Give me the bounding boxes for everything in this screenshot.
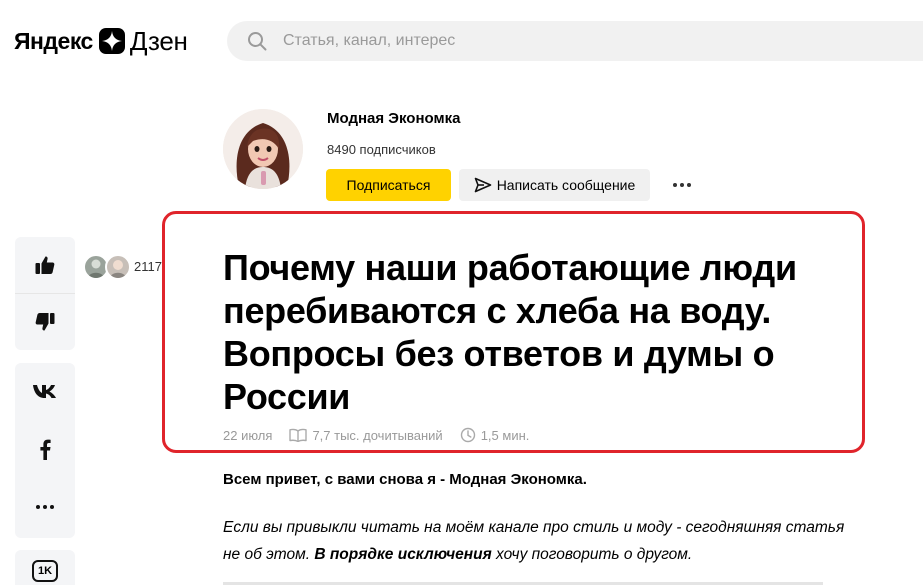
subscriber-count: 8490 подписчиков (327, 142, 436, 157)
reads-text: 7,7 тыс. дочитываний (312, 427, 443, 443)
search-bar[interactable] (227, 21, 923, 61)
reaction-panel (15, 237, 75, 350)
zen-logo-icon (98, 28, 125, 54)
article-title: Почему наши работающие люди перебиваются… (223, 247, 797, 417)
channel-avatar[interactable] (223, 109, 303, 189)
more-options-button[interactable] (665, 172, 699, 198)
clock-icon (460, 427, 475, 443)
send-icon (474, 177, 491, 193)
channel-name[interactable]: Модная Экономка (327, 110, 460, 127)
search-input[interactable] (283, 21, 883, 61)
vk-icon (33, 385, 56, 398)
paragraph-bold-text: В порядке исключения (314, 546, 492, 563)
liker-avatar (105, 254, 131, 280)
share-count-panel: 1K (15, 550, 75, 585)
more-dots-icon (673, 183, 691, 187)
share-panel (15, 363, 75, 538)
facebook-icon (40, 439, 51, 460)
share-vk-button[interactable] (15, 363, 75, 419)
book-icon (289, 428, 308, 442)
avatar-illustration (223, 109, 303, 189)
article-paragraph: Если вы привыкли читать на моём канале п… (223, 514, 863, 568)
likers-preview[interactable]: 2117 (83, 254, 173, 280)
likes-count: 2117 (134, 259, 162, 274)
like-button[interactable] (15, 237, 75, 293)
read-time-text: 1,5 мин. (480, 427, 530, 443)
article-lead: Всем привет, с вами снова я - Модная Эко… (223, 471, 587, 488)
search-icon (248, 32, 267, 51)
send-message-button[interactable]: Написать сообщение (459, 169, 650, 201)
share-more-button[interactable] (15, 479, 75, 535)
article-meta: 22 июля 7,7 тыс. дочитываний 1,5 мин. (223, 426, 546, 444)
read-time-stat: 1,5 мин. (460, 427, 530, 443)
yandex-zen-logo[interactable]: Яндекс Дзен (14, 25, 188, 57)
dislike-button[interactable] (15, 294, 75, 350)
thumbs-down-icon (35, 313, 55, 331)
more-dots-icon (36, 505, 54, 509)
logo-yandex-text: Яндекс (14, 27, 93, 54)
publish-date-text: 22 июля (223, 427, 273, 443)
subscribe-button[interactable]: Подписаться (326, 169, 451, 201)
share-facebook-button[interactable] (15, 421, 75, 477)
thumbs-up-icon (35, 256, 55, 274)
publish-date: 22 июля (223, 428, 272, 443)
send-message-label: Написать сообщение (496, 177, 636, 193)
logo-zen-text: Дзен (129, 25, 188, 56)
share-count-badge[interactable]: 1K (32, 560, 58, 582)
reads-stat: 7,7 тыс. дочитываний (289, 427, 443, 443)
paragraph-text-2: хочу поговорить о другом. (491, 546, 693, 563)
